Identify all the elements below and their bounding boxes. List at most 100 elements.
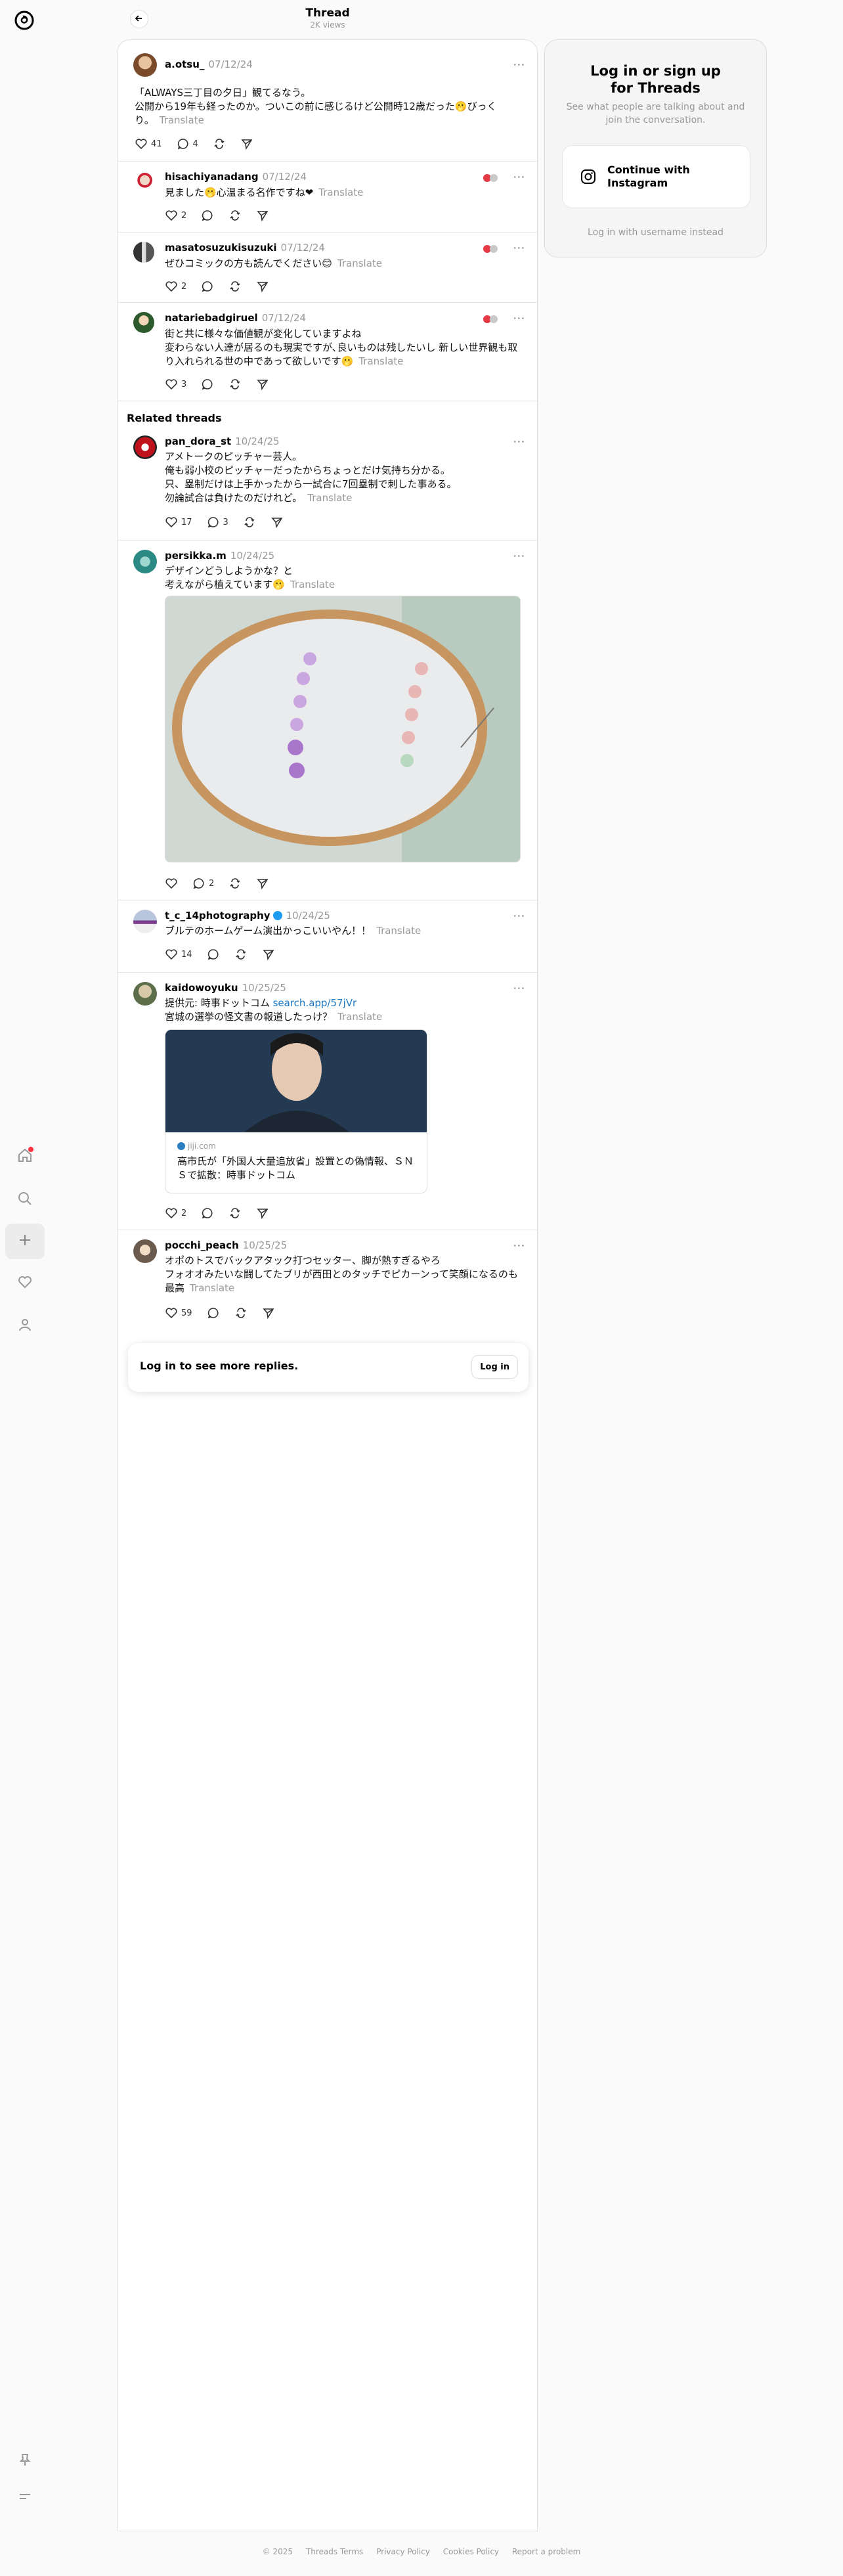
like-button[interactable]: 59 <box>165 1306 192 1320</box>
reply-button[interactable]: 3 <box>207 516 228 529</box>
repost-button[interactable] <box>228 209 242 222</box>
like-button[interactable] <box>165 877 178 890</box>
translate-link[interactable]: Translate <box>337 1011 382 1023</box>
translate-link[interactable]: Translate <box>318 187 363 198</box>
share-button[interactable] <box>256 209 269 222</box>
repost-button[interactable] <box>243 516 256 529</box>
continue-with-instagram-button[interactable]: Continue with Instagram <box>562 145 750 208</box>
reply-button[interactable]: 4 <box>177 137 198 150</box>
username[interactable]: natariebadgiruel <box>165 312 258 324</box>
like-button[interactable]: 2 <box>165 1207 186 1220</box>
avatar[interactable] <box>133 910 157 933</box>
username[interactable]: persikka.m <box>165 550 227 562</box>
footer-cookies-link[interactable]: Cookies Policy <box>443 2547 499 2556</box>
reply-button[interactable] <box>201 1207 214 1220</box>
repost-button[interactable] <box>234 1306 248 1320</box>
post-date[interactable]: 10/24/25 <box>235 435 279 447</box>
repost-button[interactable] <box>228 280 242 293</box>
avatar[interactable] <box>133 1239 157 1263</box>
avatar[interactable] <box>133 312 154 333</box>
avatar[interactable] <box>133 550 157 573</box>
like-button[interactable]: 41 <box>135 137 162 150</box>
like-button[interactable]: 2 <box>165 209 186 222</box>
username[interactable]: pan_dora_st <box>165 435 231 447</box>
external-link[interactable]: search.app/57jVr <box>273 997 357 1009</box>
username[interactable]: pocchi_peach <box>165 1239 239 1251</box>
reply-button[interactable] <box>201 280 214 293</box>
like-button[interactable]: 17 <box>165 516 192 529</box>
translate-link[interactable]: Translate <box>160 114 204 126</box>
post-date[interactable]: 07/12/24 <box>281 242 325 254</box>
nav-activity-button[interactable] <box>5 1266 45 1301</box>
username[interactable]: kaidowoyuku <box>165 982 238 994</box>
repost-button[interactable] <box>234 948 248 961</box>
share-button[interactable] <box>256 877 269 890</box>
footer-privacy-link[interactable]: Privacy Policy <box>376 2547 430 2556</box>
share-button[interactable] <box>240 137 253 150</box>
share-button[interactable] <box>256 280 269 293</box>
translate-link[interactable]: Translate <box>337 257 382 269</box>
nav-search-button[interactable] <box>5 1182 45 1218</box>
share-button[interactable] <box>262 1306 275 1320</box>
footer-report-link[interactable]: Report a problem <box>512 2547 580 2556</box>
more-options-icon[interactable]: ··· <box>513 550 525 562</box>
username[interactable]: hisachiyanadang <box>165 171 259 183</box>
link-preview-card[interactable]: jiji.com 高市氏が「外国人大量追放省」設置との偽情報、ＳＮ Ｓで拡散：時事… <box>165 1029 427 1193</box>
post-date[interactable]: 10/24/25 <box>230 550 274 562</box>
threads-logo-icon[interactable] <box>13 9 35 32</box>
post-date[interactable]: 07/12/24 <box>262 312 306 324</box>
repost-button[interactable] <box>213 137 226 150</box>
repost-button[interactable] <box>228 1207 242 1220</box>
more-options-icon[interactable]: ··· <box>513 242 525 254</box>
more-options-icon[interactable]: ··· <box>513 312 525 324</box>
username[interactable]: t_c_14photography <box>165 910 270 922</box>
translate-link[interactable]: Translate <box>358 355 403 367</box>
repost-button[interactable] <box>228 877 242 890</box>
share-button[interactable] <box>270 516 284 529</box>
reply-button[interactable] <box>207 1306 220 1320</box>
avatar[interactable] <box>133 53 157 77</box>
post-image[interactable] <box>165 596 521 862</box>
nav-create-button[interactable] <box>5 1224 45 1259</box>
footer-terms-link[interactable]: Threads Terms <box>306 2547 363 2556</box>
like-button[interactable]: 2 <box>165 280 186 293</box>
like-button[interactable]: 3 <box>165 378 186 391</box>
repost-button[interactable] <box>228 378 242 391</box>
more-options-icon[interactable]: ··· <box>513 435 525 448</box>
nav-pin-button[interactable] <box>5 2443 45 2479</box>
like-button[interactable]: 14 <box>165 948 192 961</box>
reply-button[interactable] <box>201 209 214 222</box>
translate-link[interactable]: Translate <box>190 1282 234 1294</box>
nav-menu-button[interactable] <box>5 2480 45 2516</box>
translate-link[interactable]: Translate <box>290 579 335 590</box>
more-options-icon[interactable]: ··· <box>513 982 525 994</box>
translate-link[interactable]: Translate <box>307 492 352 504</box>
post-date[interactable]: 07/12/24 <box>208 58 252 70</box>
reply-button[interactable]: 2 <box>192 877 214 890</box>
username[interactable]: masatosuzukisuzuki <box>165 242 277 254</box>
share-button[interactable] <box>262 948 275 961</box>
send-icon <box>262 1308 274 1320</box>
username[interactable]: a.otsu_ <box>165 58 204 70</box>
share-button[interactable] <box>256 378 269 391</box>
login-button[interactable]: Log in <box>471 1355 518 1379</box>
nav-home-button[interactable] <box>5 1139 45 1174</box>
reply-button[interactable] <box>201 378 214 391</box>
username-login-link[interactable]: Log in with username instead <box>545 227 766 238</box>
translate-link[interactable]: Translate <box>376 925 421 937</box>
share-button[interactable] <box>256 1207 269 1220</box>
more-options-icon[interactable]: ··· <box>513 910 525 922</box>
post-date[interactable]: 10/25/25 <box>242 982 286 994</box>
post-date[interactable]: 07/12/24 <box>263 171 307 183</box>
avatar[interactable] <box>133 171 154 192</box>
more-options-icon[interactable]: ··· <box>513 1239 525 1252</box>
nav-profile-button[interactable] <box>5 1308 45 1344</box>
more-options-icon[interactable]: ··· <box>513 58 525 71</box>
post-date[interactable]: 10/24/25 <box>286 910 330 922</box>
more-options-icon[interactable]: ··· <box>513 171 525 183</box>
avatar[interactable] <box>133 982 157 1006</box>
avatar[interactable] <box>133 435 157 459</box>
avatar[interactable] <box>133 242 154 263</box>
reply-button[interactable] <box>207 948 220 961</box>
post-date[interactable]: 10/25/25 <box>243 1239 287 1251</box>
